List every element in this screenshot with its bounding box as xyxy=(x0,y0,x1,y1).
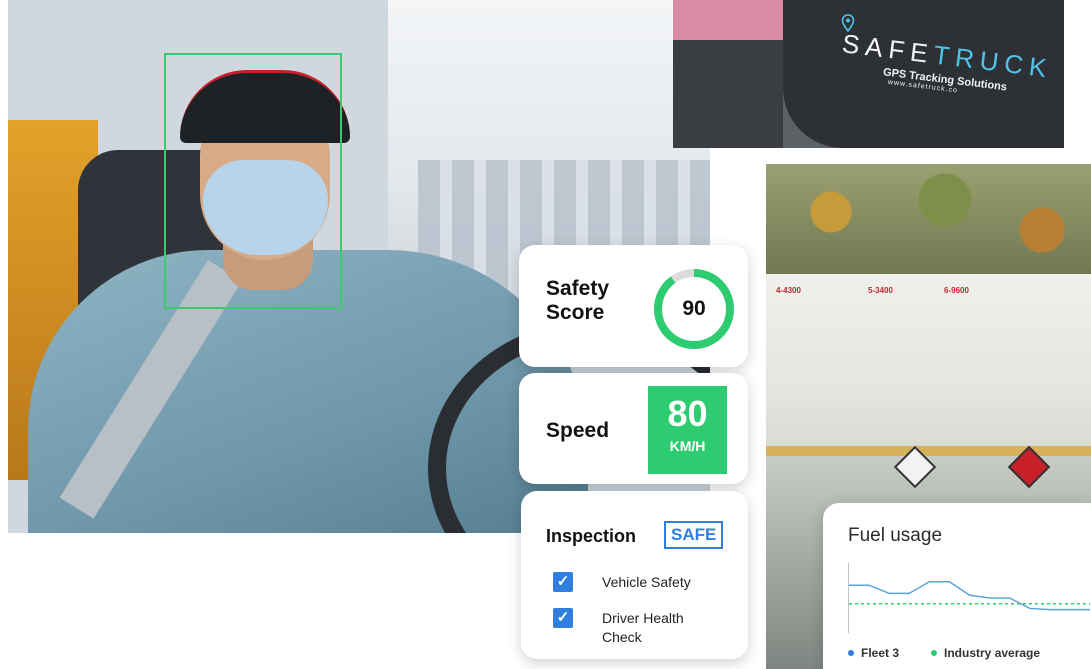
speed-label: Speed xyxy=(546,419,610,442)
speed-card: Speed 80 KM/H xyxy=(519,373,748,484)
legend-label: Fleet 3 xyxy=(861,646,900,660)
legend-dot xyxy=(931,650,938,656)
safetruck-shirt-photo: SAFETRUCK GPS Tracking Solutions www.saf… xyxy=(673,0,1064,148)
compartment-label: 6-9600 xyxy=(944,286,969,295)
fuel-usage-card: Fuel usage Fleet 3 Industry average xyxy=(823,503,1091,669)
compartment-label: 4-4300 xyxy=(776,286,801,295)
logo-fe: FE xyxy=(886,33,936,70)
checkbox-checked-icon[interactable]: ✓ xyxy=(553,572,573,592)
fuel-usage-chart xyxy=(848,563,1090,633)
tank-stripe xyxy=(766,446,1091,456)
safety-score-card: Safety Score 90 xyxy=(519,245,748,367)
safety-score-label: Safety Score xyxy=(546,277,610,325)
inspection-status-badge: SAFE xyxy=(664,521,724,549)
checklist-item-label: Vehicle Safety xyxy=(602,574,691,590)
engine-bay xyxy=(673,0,783,148)
speed-unit: KM/H xyxy=(669,438,706,454)
checklist-item-label: Driver Health Check xyxy=(602,610,684,645)
tank-body xyxy=(766,274,1091,459)
inspection-label: Inspection xyxy=(546,526,637,546)
speed-value: 80 xyxy=(667,393,708,434)
compartment-label: 5-3400 xyxy=(868,286,893,295)
background-trees xyxy=(766,164,1091,284)
fuel-usage-title: Fuel usage xyxy=(848,525,943,546)
legend-label: Industry average xyxy=(944,646,1041,660)
legend-dot xyxy=(848,650,854,656)
face-detection-box xyxy=(164,53,342,309)
inspection-card: Inspection SAFE ✓ Vehicle Safety ✓ Drive… xyxy=(521,491,748,659)
safety-score-value: 90 xyxy=(682,297,706,320)
speed-readout: 80 KM/H xyxy=(648,386,727,474)
legend-fleet-3: Fleet 3 xyxy=(848,646,899,660)
legend-industry-average: Industry average xyxy=(931,646,1040,660)
checkbox-checked-icon[interactable]: ✓ xyxy=(553,608,573,628)
fuel-usage-legend: Fleet 3 Industry average xyxy=(848,646,1040,660)
fleet-3-line xyxy=(849,581,1090,611)
